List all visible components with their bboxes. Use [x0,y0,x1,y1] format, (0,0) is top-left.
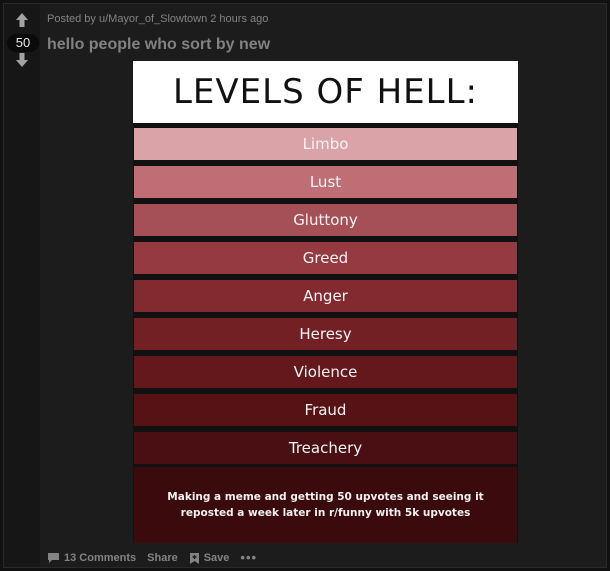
post-card: 50 Posted by u/Mayor_of_Slowtown 2 hours… [3,3,607,568]
post-meta[interactable]: Posted by u/Mayor_of_Slowtown 2 hours ag… [47,13,268,25]
level-bar: Greed [134,242,517,274]
meme-caption: Making a meme and getting 50 upvotes and… [167,491,484,519]
share-label: Share [147,552,178,564]
level-bar: Fraud [134,394,517,426]
post-image[interactable]: LEVELS OF HELL: Limbo Lust Gluttony Greed An… [133,61,518,543]
meme-caption-block: Making a meme and getting 50 upvotes and… [134,467,517,543]
share-button[interactable]: Share [147,552,178,564]
post-title[interactable]: hello people who sort by new [47,36,270,54]
comment-icon [48,553,59,563]
level-bar: Violence [134,356,517,388]
meme-title: LEVELS OF HELL: [172,72,478,112]
level-bar: Lust [134,166,517,198]
vote-score: 50 [7,34,39,52]
level-bar: Treachery [134,432,517,464]
comments-label: 13 Comments [64,552,137,564]
more-options-button[interactable]: ••• [240,550,258,565]
meme-header: LEVELS OF HELL: [133,61,518,123]
vote-column: 50 [4,4,40,567]
downvote-arrow-icon[interactable] [14,51,30,69]
bookmark-icon [189,552,199,564]
save-label: Save [203,552,230,564]
level-bar: Limbo [134,128,517,160]
post-actions: 13 Comments Share Save ••• [47,550,268,566]
comments-button[interactable]: 13 Comments [47,552,136,564]
level-bar: Heresy [134,318,517,350]
upvote-arrow-icon[interactable] [14,11,30,29]
level-bar: Anger [134,280,517,312]
save-button[interactable]: Save [189,552,230,565]
more-options-label: ••• [240,550,258,565]
level-bar: Gluttony [134,204,517,236]
